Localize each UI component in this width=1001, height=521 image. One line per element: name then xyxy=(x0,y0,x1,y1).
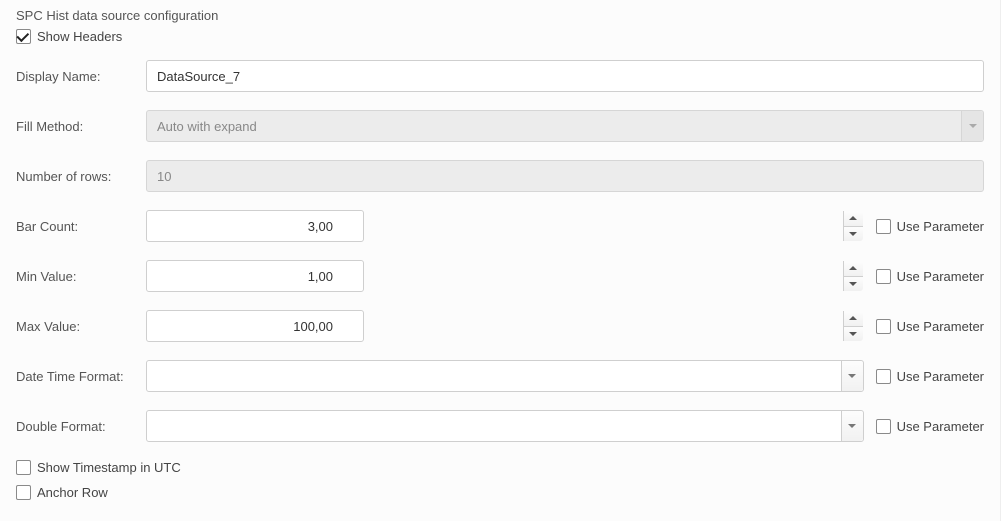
max-value-label: Max Value: xyxy=(16,319,146,334)
double-format-label: Double Format: xyxy=(16,419,146,434)
bar-count-useparam-label: Use Parameter xyxy=(897,219,984,234)
fill-method-select: Auto with expand xyxy=(146,110,984,142)
chevron-up-icon xyxy=(849,266,857,270)
show-timestamp-utc-label: Show Timestamp in UTC xyxy=(37,460,181,475)
fill-method-label: Fill Method: xyxy=(16,119,146,134)
show-headers-row: Show Headers xyxy=(16,29,984,44)
min-value-input[interactable] xyxy=(146,260,364,292)
number-of-rows-input xyxy=(146,160,984,192)
bar-count-step-down[interactable] xyxy=(844,226,863,242)
fill-method-caret xyxy=(961,111,983,141)
min-value-spinner xyxy=(843,261,863,291)
date-time-format-row: Date Time Format: Use Parameter xyxy=(16,360,984,392)
chevron-down-icon xyxy=(849,282,857,286)
date-time-format-label: Date Time Format: xyxy=(16,369,146,384)
show-timestamp-utc-row: Show Timestamp in UTC xyxy=(16,460,984,475)
date-time-format-caret[interactable] xyxy=(841,361,863,391)
date-time-format-select[interactable] xyxy=(146,360,864,392)
bar-count-input[interactable] xyxy=(146,210,364,242)
min-value-useparam: Use Parameter xyxy=(876,269,984,284)
number-of-rows-label: Number of rows: xyxy=(16,169,146,184)
bar-count-useparam-checkbox[interactable] xyxy=(876,219,891,234)
display-name-input[interactable] xyxy=(146,60,984,92)
min-value-row: Min Value: Use Parameter xyxy=(16,260,984,292)
show-headers-label: Show Headers xyxy=(37,29,122,44)
min-value-step-up[interactable] xyxy=(844,261,863,276)
max-value-useparam: Use Parameter xyxy=(876,319,984,334)
max-value-row: Max Value: Use Parameter xyxy=(16,310,984,342)
double-format-caret[interactable] xyxy=(841,411,863,441)
double-format-select[interactable] xyxy=(146,410,864,442)
display-name-row: Display Name: xyxy=(16,60,984,92)
min-value-useparam-checkbox[interactable] xyxy=(876,269,891,284)
chevron-up-icon xyxy=(849,216,857,220)
fill-method-row: Fill Method: Auto with expand xyxy=(16,110,984,142)
double-format-useparam-label: Use Parameter xyxy=(897,419,984,434)
show-headers-checkbox[interactable] xyxy=(16,29,31,44)
number-of-rows-row: Number of rows: xyxy=(16,160,984,192)
bar-count-spinner xyxy=(843,211,863,241)
bar-count-label: Bar Count: xyxy=(16,219,146,234)
bar-count-step-up[interactable] xyxy=(844,211,863,226)
bar-count-row: Bar Count: Use Parameter xyxy=(16,210,984,242)
max-value-spinner xyxy=(843,311,863,341)
chevron-down-icon xyxy=(849,332,857,336)
min-value-label: Min Value: xyxy=(16,269,146,284)
chevron-up-icon xyxy=(849,316,857,320)
double-format-row: Double Format: Use Parameter xyxy=(16,410,984,442)
anchor-row-label: Anchor Row xyxy=(37,485,108,500)
max-value-step-up[interactable] xyxy=(844,311,863,326)
date-time-format-useparam: Use Parameter xyxy=(876,369,984,384)
section-title: SPC Hist data source configuration xyxy=(16,8,984,23)
chevron-down-icon xyxy=(848,424,856,428)
chevron-down-icon xyxy=(969,124,977,128)
bar-count-useparam: Use Parameter xyxy=(876,219,984,234)
max-value-useparam-label: Use Parameter xyxy=(897,319,984,334)
date-time-format-useparam-label: Use Parameter xyxy=(897,369,984,384)
anchor-row-checkbox[interactable] xyxy=(16,485,31,500)
fill-method-value: Auto with expand xyxy=(157,119,257,134)
config-panel: SPC Hist data source configuration Show … xyxy=(0,0,1001,521)
chevron-down-icon xyxy=(848,374,856,378)
show-timestamp-utc-checkbox[interactable] xyxy=(16,460,31,475)
max-value-input[interactable] xyxy=(146,310,364,342)
max-value-step-down[interactable] xyxy=(844,326,863,342)
max-value-useparam-checkbox[interactable] xyxy=(876,319,891,334)
date-time-format-useparam-checkbox[interactable] xyxy=(876,369,891,384)
double-format-useparam-checkbox[interactable] xyxy=(876,419,891,434)
display-name-label: Display Name: xyxy=(16,69,146,84)
min-value-step-down[interactable] xyxy=(844,276,863,292)
double-format-useparam: Use Parameter xyxy=(876,419,984,434)
anchor-row-row: Anchor Row xyxy=(16,485,984,500)
min-value-useparam-label: Use Parameter xyxy=(897,269,984,284)
chevron-down-icon xyxy=(849,232,857,236)
